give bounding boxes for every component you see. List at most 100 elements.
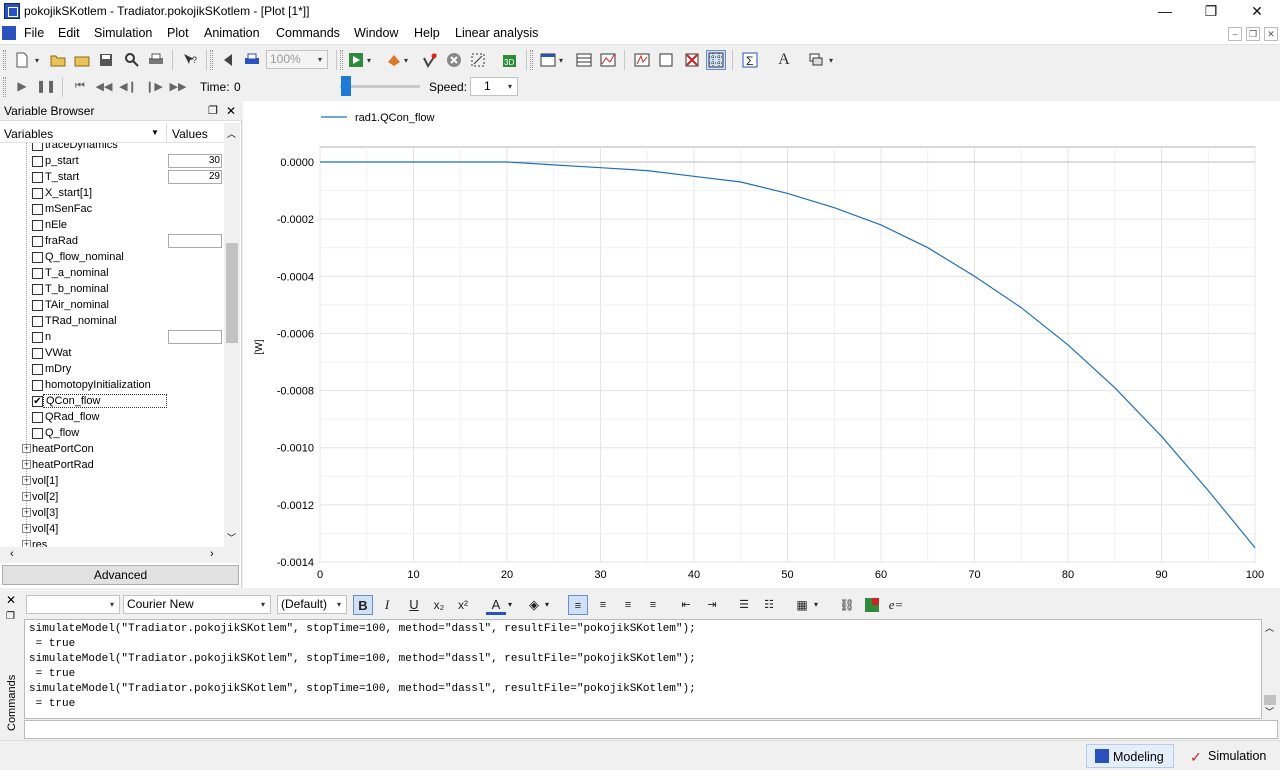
open-folder-icon[interactable] xyxy=(48,50,68,70)
modeling-mode-button[interactable]: Modeling xyxy=(1086,744,1174,768)
expand-icon[interactable]: + xyxy=(22,460,31,469)
menu-help[interactable]: Help xyxy=(414,26,440,40)
text-icon[interactable]: A xyxy=(774,50,794,70)
speed-combo[interactable]: 1 ▾ xyxy=(470,77,518,96)
column-header-variables[interactable]: Variables xyxy=(4,127,53,141)
print-preview-icon[interactable] xyxy=(242,50,262,70)
expand-icon[interactable]: + xyxy=(22,508,31,517)
command-log[interactable]: simulateModel("Tradiator.pokojikSKotlem"… xyxy=(24,619,1262,719)
chevron-down-icon[interactable]: ▾ xyxy=(826,50,836,70)
bullet-list-icon[interactable]: ☰ xyxy=(734,595,754,615)
mdi-restore-icon[interactable]: ❐ xyxy=(1246,27,1260,41)
variable-row[interactable]: + vol[4] xyxy=(0,522,224,538)
back-arrow-icon[interactable] xyxy=(218,50,238,70)
visualize-3d-icon[interactable]: 3D xyxy=(500,50,520,70)
menu-commands[interactable]: Commands xyxy=(276,26,340,40)
mdi-close-icon[interactable]: ✕ xyxy=(1264,27,1278,41)
variable-browser-horizontal-scrollbar[interactable]: ‹ › xyxy=(0,547,240,563)
variable-checkbox[interactable] xyxy=(32,188,43,199)
rewind-to-start-icon[interactable]: ⏮ xyxy=(70,76,90,96)
variable-row[interactable]: mDry xyxy=(0,362,224,378)
toolbar-grip[interactable] xyxy=(3,50,6,70)
variable-row[interactable]: + vol[2] xyxy=(0,490,224,506)
variable-row[interactable]: + heatPortRad xyxy=(0,458,224,474)
variable-checkbox[interactable] xyxy=(32,252,43,263)
align-right-icon[interactable]: ≡ xyxy=(618,595,638,615)
advanced-button[interactable]: Advanced xyxy=(2,565,239,585)
variable-checkbox[interactable] xyxy=(32,156,43,167)
close-panel-icon[interactable]: ✕ xyxy=(226,101,236,121)
toolbar-grip[interactable] xyxy=(340,50,343,70)
highlight-color-icon[interactable]: ◈ xyxy=(524,595,544,615)
play-icon[interactable]: ▶ xyxy=(12,76,32,96)
superscript-icon[interactable]: x² xyxy=(453,595,473,615)
variable-checkbox[interactable] xyxy=(32,172,43,183)
maximize-button[interactable]: ❐ xyxy=(1188,0,1234,23)
variable-value-field[interactable] xyxy=(168,234,222,248)
scroll-down-icon[interactable]: ﹀ xyxy=(1265,705,1274,718)
link-icon[interactable]: ⛓ xyxy=(837,595,857,615)
italic-icon[interactable]: I xyxy=(377,595,397,615)
variable-checkbox[interactable] xyxy=(32,316,43,327)
diagram-icon[interactable] xyxy=(598,50,618,70)
variable-row[interactable]: VWat xyxy=(0,346,224,362)
delete-diagram-icon[interactable] xyxy=(682,50,702,70)
menu-simulation[interactable]: Simulation xyxy=(94,26,152,40)
variable-checkbox[interactable] xyxy=(32,428,43,439)
time-slider-track[interactable] xyxy=(340,85,420,88)
stop-icon[interactable] xyxy=(444,50,464,70)
print-icon[interactable] xyxy=(146,50,166,70)
step-backward-icon[interactable]: ◀❙ xyxy=(118,76,138,96)
expand-icon[interactable]: + xyxy=(22,492,31,501)
variable-checkbox[interactable] xyxy=(32,236,43,247)
scroll-right-icon[interactable]: › xyxy=(210,548,214,560)
menu-plot[interactable]: Plot xyxy=(167,26,189,40)
variable-row[interactable]: TAir_nominal xyxy=(0,298,224,314)
minimize-button[interactable]: — xyxy=(1142,0,1188,23)
variable-row[interactable]: TRad_nominal xyxy=(0,314,224,330)
close-panel-icon[interactable]: ✕ xyxy=(6,593,16,607)
menu-edit[interactable]: Edit xyxy=(58,26,80,40)
variable-row[interactable]: n xyxy=(0,330,224,346)
menu-animation[interactable]: Animation xyxy=(204,26,260,40)
plot-expression-icon[interactable] xyxy=(632,50,652,70)
variable-row[interactable]: X_start[1] xyxy=(0,186,224,202)
variable-row[interactable]: + res xyxy=(0,538,224,547)
variable-row[interactable]: QRad_flow xyxy=(0,410,224,426)
toggle-grid-icon[interactable] xyxy=(706,50,726,70)
decrease-indent-icon[interactable]: ⇤ xyxy=(676,595,696,615)
sort-chevron-icon[interactable]: ▼ xyxy=(151,128,159,137)
chevron-down-icon[interactable]: ▾ xyxy=(401,50,411,70)
sum-icon[interactable]: Σ xyxy=(740,50,760,70)
align-left-icon[interactable]: ≡ xyxy=(568,595,588,615)
load-icon[interactable] xyxy=(72,50,92,70)
menu-linear-analysis[interactable]: Linear analysis xyxy=(455,26,538,40)
chevron-down-icon[interactable]: ▾ xyxy=(811,595,821,615)
variable-checkbox[interactable] xyxy=(32,412,43,423)
numbered-list-icon[interactable]: ☷ xyxy=(759,595,779,615)
variable-checkbox[interactable] xyxy=(32,204,43,215)
plot-window[interactable]: 0 10 20 30 40 50 60 70 80 90 100 0.0000 -0.0002 -0.00… xyxy=(243,101,1280,588)
command-input[interactable] xyxy=(24,720,1278,739)
save-icon[interactable] xyxy=(96,50,116,70)
pause-icon[interactable]: ❚❚ xyxy=(36,76,56,96)
expand-icon[interactable]: + xyxy=(22,476,31,485)
step-forward-icon[interactable]: ❙▶ xyxy=(144,76,164,96)
command-log-scrollbar[interactable]: ︿ ﹀ xyxy=(1262,619,1278,719)
scroll-up-icon[interactable]: ︿ xyxy=(1265,621,1274,634)
equation-icon[interactable]: e= xyxy=(886,595,906,615)
variable-checkbox[interactable] xyxy=(32,332,43,343)
column-header-values[interactable]: Values xyxy=(172,127,208,141)
chevron-down-icon[interactable]: ▾ xyxy=(364,50,374,70)
variable-checkbox[interactable]: ✔ xyxy=(32,396,43,407)
scroll-down-icon[interactable]: ﹀ xyxy=(227,531,236,544)
underline-icon[interactable]: U xyxy=(404,595,424,615)
variable-browser-vertical-scrollbar[interactable]: ︿ ﹀ xyxy=(224,123,240,547)
variable-row[interactable]: mSenFac xyxy=(0,202,224,218)
menu-window[interactable]: Window xyxy=(354,26,398,40)
variable-row[interactable]: + vol[1] xyxy=(0,474,224,490)
search-icon[interactable] xyxy=(122,50,142,70)
style-combo[interactable]: ▾ xyxy=(26,595,120,614)
variable-row[interactable]: p_start 30 xyxy=(0,154,224,170)
toolbar-grip[interactable] xyxy=(210,50,213,70)
